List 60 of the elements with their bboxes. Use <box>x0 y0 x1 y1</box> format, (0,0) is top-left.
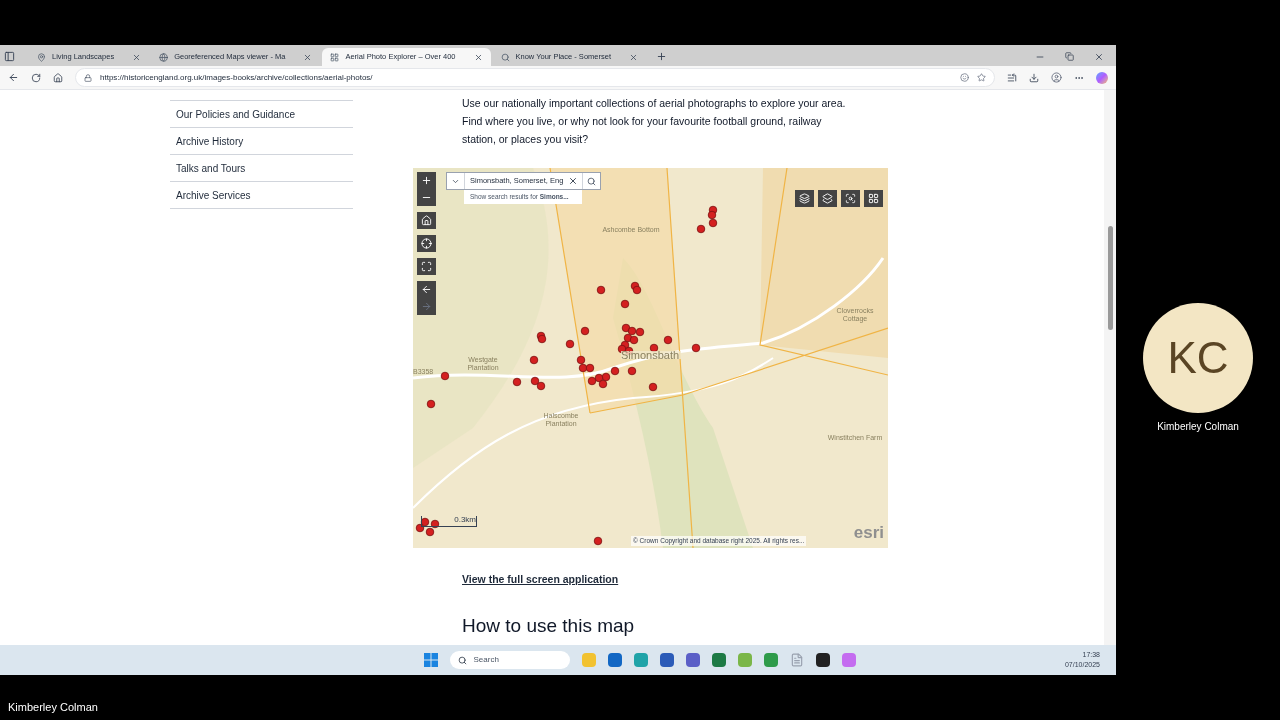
basemap-button[interactable] <box>795 190 814 207</box>
restore-icon[interactable] <box>1065 52 1074 61</box>
close-icon[interactable] <box>628 52 638 62</box>
fullscreen-button[interactable] <box>417 258 436 275</box>
sidebar-toggle-icon[interactable] <box>4 51 15 62</box>
search-icon <box>458 655 468 665</box>
scrollbar-thumb[interactable] <box>1107 226 1113 330</box>
crosshair-icon <box>421 238 432 249</box>
close-icon[interactable] <box>1094 52 1104 62</box>
home-button[interactable] <box>417 212 436 229</box>
smiley-icon[interactable] <box>960 73 969 82</box>
locate-button[interactable] <box>417 235 436 252</box>
plus-icon <box>421 175 432 186</box>
tab-favicon-icon <box>500 52 510 62</box>
profile-icon[interactable] <box>1051 72 1062 83</box>
layers-icon <box>822 193 833 204</box>
map-logo: esri <box>853 524 884 541</box>
sidebar-link[interactable]: Our Policies and Guidance <box>170 101 353 128</box>
grid-icon <box>868 193 879 204</box>
participant-avatar: KC <box>1143 303 1253 413</box>
presenter-name: Kimberley Colman <box>8 700 98 716</box>
previous-extent-button[interactable] <box>417 281 436 298</box>
section-heading: How to use this map <box>462 613 636 638</box>
grid-menu-button[interactable] <box>864 190 883 207</box>
download-icon[interactable] <box>1029 72 1039 83</box>
close-icon[interactable] <box>303 52 313 62</box>
favorites-icon[interactable] <box>1007 72 1017 83</box>
fullscreen-icon <box>421 261 432 272</box>
zoom-in-button[interactable] <box>417 172 436 189</box>
windows-start-icon[interactable] <box>424 653 439 667</box>
home-icon[interactable] <box>53 72 63 83</box>
scale-bar: 0.3km <box>421 516 477 527</box>
sidebar-link[interactable]: Archive History <box>170 128 353 155</box>
search-area-button[interactable] <box>841 190 860 207</box>
taskbar-search-field[interactable]: Search <box>450 651 571 669</box>
search-icon <box>845 193 856 204</box>
reload-icon[interactable] <box>31 72 41 83</box>
tab-favicon-icon <box>330 52 340 62</box>
arrow-left-icon <box>421 284 432 295</box>
home-icon <box>421 215 432 226</box>
full-screen-link[interactable]: View the full screen application <box>462 572 888 588</box>
sidebar-link[interactable]: Archive Services <box>170 182 353 209</box>
map-label: Simonsbath <box>621 351 681 359</box>
zoom-out-button[interactable] <box>417 189 436 206</box>
arrow-right-icon <box>421 301 432 312</box>
close-icon[interactable] <box>473 52 483 62</box>
intro-paragraph: Use our nationally important collections of aerial photographs to explore your area. Find where you live, or why not look for your favourite football ground, railway station, or places you visit? <box>461 96 847 147</box>
close-icon[interactable] <box>132 52 142 62</box>
new-tab-icon[interactable] <box>655 51 667 62</box>
tab-favicon-icon <box>159 52 169 62</box>
tab-favicon-icon <box>37 52 46 62</box>
lock-icon <box>84 73 92 82</box>
sidebar-link[interactable]: Talks and Tours <box>170 155 353 182</box>
copilot-icon[interactable] <box>1096 71 1108 84</box>
layers-button[interactable] <box>818 190 837 207</box>
participant-name: Kimberley Colman <box>1157 420 1239 434</box>
address-bar[interactable]: https://historicengland.org.uk/images-books/archive/collections/aerial-photos/ <box>75 68 995 87</box>
back-icon[interactable] <box>8 72 19 83</box>
star-icon[interactable] <box>977 73 986 82</box>
layers-icon <box>799 193 810 204</box>
